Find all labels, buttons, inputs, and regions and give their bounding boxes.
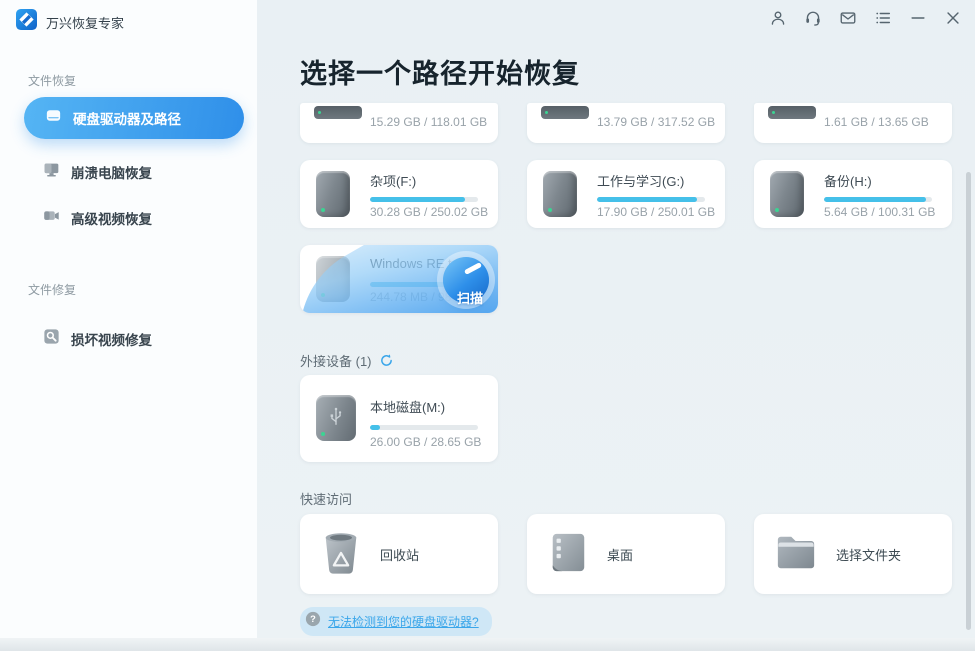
sidebar-item-advanced-video-recovery[interactable]: 高级视频恢复 <box>42 206 152 230</box>
quick-access-header: 快速访问 <box>300 489 352 508</box>
drive-row-clipped: 15.29 GB / 118.01 GB 13.79 GB / 317.52 G… <box>300 103 952 143</box>
hard-drive-icon <box>770 171 804 217</box>
drive-size: 17.90 GB / 250.01 GB <box>597 205 716 219</box>
hard-drive-icon <box>44 106 63 130</box>
drive-row: 杂项(F:) 30.28 GB / 250.02 GB 工作与学习(G:) 17… <box>300 160 952 228</box>
external-drive-card[interactable]: 本地磁盘(M:) 26.00 GB / 28.65 GB <box>300 375 498 462</box>
help-link[interactable]: ? 无法检测到您的硬盘驱动器? <box>300 607 492 636</box>
app-logo-icon <box>16 9 37 35</box>
app-logo: 万兴恢复专家 <box>16 9 124 35</box>
support-headset-icon[interactable] <box>804 9 822 27</box>
drive-card[interactable]: 1.61 GB / 13.65 GB <box>754 103 952 143</box>
usb-drive-icon <box>316 395 356 441</box>
drive-name: 备份(H:) <box>824 174 872 189</box>
drive-row: Windows RE tools 244.78 MB / 98 扫描 <box>300 245 498 313</box>
sidebar-item-label: 崩溃电脑恢复 <box>71 166 152 181</box>
drive-size: 30.28 GB / 250.02 GB <box>370 205 489 219</box>
external-devices-label: 外接设备 (1) <box>300 354 372 369</box>
app-title: 万兴恢复专家 <box>46 15 125 31</box>
close-button[interactable] <box>944 9 962 27</box>
scrollbar-thumb[interactable] <box>966 172 971 630</box>
page-title: 选择一个路径开始恢复 <box>300 59 580 89</box>
external-devices-header: 外接设备 (1) <box>300 351 394 370</box>
scan-button-label[interactable]: 扫描 <box>457 288 483 307</box>
desktop-icon <box>547 529 589 580</box>
drive-card-hovered[interactable]: Windows RE tools 244.78 MB / 98 扫描 <box>300 245 498 313</box>
sidebar-item-crashed-computer-recovery[interactable]: 崩溃电脑恢复 <box>42 160 152 184</box>
minimize-button[interactable] <box>909 9 927 27</box>
drive-progress-fill <box>370 197 466 202</box>
drive-size: 13.79 GB / 317.52 GB <box>597 115 716 129</box>
sidebar-item-hard-drives-and-paths[interactable]: 硬盘驱动器及路径 <box>24 97 244 139</box>
crashed-computer-icon <box>42 160 61 184</box>
recycle-bin-icon <box>320 529 362 580</box>
quick-access-label: 桌面 <box>607 547 634 563</box>
quick-access-label: 回收站 <box>380 547 420 563</box>
sidebar: 万兴恢复专家 文件恢复 硬盘驱动器及路径 崩溃电脑恢复 高级视频恢复 文件修复 … <box>0 0 257 651</box>
titlebar-controls <box>769 9 962 27</box>
drive-card[interactable]: 杂项(F:) 30.28 GB / 250.02 GB <box>300 160 498 228</box>
drive-progress <box>824 197 932 202</box>
app-window: 万兴恢复专家 文件恢复 硬盘驱动器及路径 崩溃电脑恢复 高级视频恢复 文件修复 … <box>0 0 975 651</box>
account-icon[interactable] <box>769 9 787 27</box>
drive-progress-fill <box>824 197 926 202</box>
drive-card[interactable]: 工作与学习(G:) 17.90 GB / 250.01 GB <box>527 160 725 228</box>
video-repair-icon <box>42 327 61 351</box>
content-area: 选择一个路径开始恢复 15.29 GB / 118.01 GB 13.79 GB… <box>257 0 975 651</box>
hard-drive-icon <box>541 106 589 119</box>
drive-progress <box>370 425 478 430</box>
hard-drive-icon <box>543 171 577 217</box>
sidebar-item-label: 硬盘驱动器及路径 <box>73 112 181 127</box>
drive-progress-fill <box>597 197 698 202</box>
drive-name: 工作与学习(G:) <box>597 174 685 189</box>
drive-name: 杂项(F:) <box>370 174 417 189</box>
window-bottom-edge <box>0 638 975 651</box>
drive-card[interactable]: 15.29 GB / 118.01 GB <box>300 103 498 143</box>
hard-drive-icon <box>314 106 362 119</box>
sidebar-item-corrupted-video-repair[interactable]: 损坏视频修复 <box>42 327 152 351</box>
sidebar-item-label: 高级视频恢复 <box>71 212 152 227</box>
drive-size: 26.00 GB / 28.65 GB <box>370 435 482 449</box>
drive-progress <box>370 197 478 202</box>
drive-size: 5.64 GB / 100.31 GB <box>824 205 936 219</box>
help-link-text[interactable]: 无法检测到您的硬盘驱动器? <box>328 613 479 630</box>
refresh-icon[interactable] <box>379 353 394 368</box>
svg-text:?: ? <box>310 614 316 624</box>
drive-size: 1.61 GB / 13.65 GB <box>824 115 929 129</box>
folder-icon <box>774 531 818 578</box>
drive-card[interactable]: 备份(H:) 5.64 GB / 100.31 GB <box>754 160 952 228</box>
quick-access-card-select-folder[interactable]: 选择文件夹 <box>754 514 952 594</box>
drive-progress-fill <box>370 425 380 430</box>
quick-access-card-desktop[interactable]: 桌面 <box>527 514 725 594</box>
question-icon: ? <box>305 611 321 632</box>
quick-access-card-recycle-bin[interactable]: 回收站 <box>300 514 498 594</box>
sidebar-item-label: 损坏视频修复 <box>71 333 152 348</box>
hard-drive-icon <box>768 106 816 119</box>
quick-access-label: 快速访问 <box>300 492 353 507</box>
drive-card[interactable]: 13.79 GB / 317.52 GB <box>527 103 725 143</box>
quick-access-label: 选择文件夹 <box>836 547 902 563</box>
drive-name: 本地磁盘(M:) <box>370 400 446 415</box>
video-camera-icon <box>42 206 61 230</box>
menu-icon[interactable] <box>874 9 892 27</box>
quick-access-row: 回收站 桌面 选择文件夹 <box>300 514 952 594</box>
mail-icon[interactable] <box>839 9 857 27</box>
drive-size: 15.29 GB / 118.01 GB <box>370 115 488 129</box>
hard-drive-icon <box>316 171 350 217</box>
sidebar-section-file-repair: 文件修复 <box>28 283 77 297</box>
drive-progress <box>597 197 705 202</box>
sidebar-section-file-recovery: 文件恢复 <box>28 74 77 88</box>
